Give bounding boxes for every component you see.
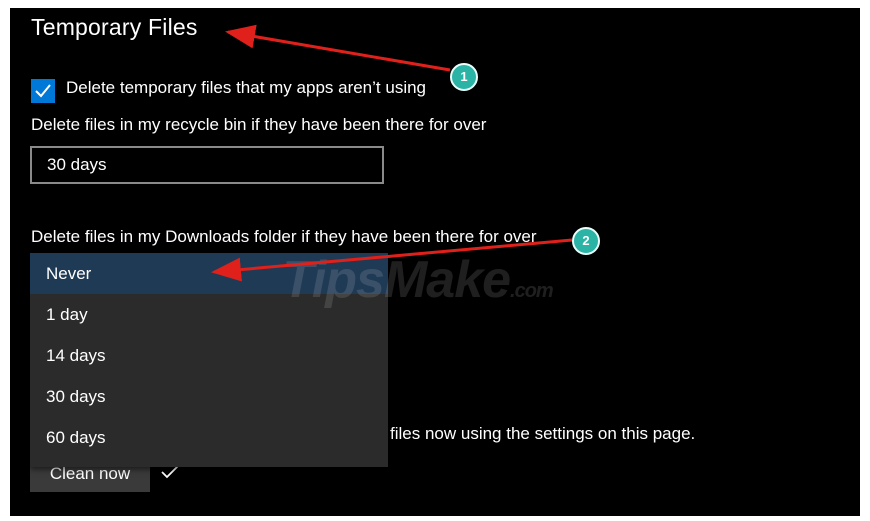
arrow-2 [211,238,573,282]
marker-2-badge: 2 [572,227,600,255]
annotation-arrows [211,24,573,282]
settings-panel: Temporary Files Delete temporary files t… [10,8,860,516]
marker-1-badge: 1 [450,63,478,91]
arrow-1 [225,24,451,72]
